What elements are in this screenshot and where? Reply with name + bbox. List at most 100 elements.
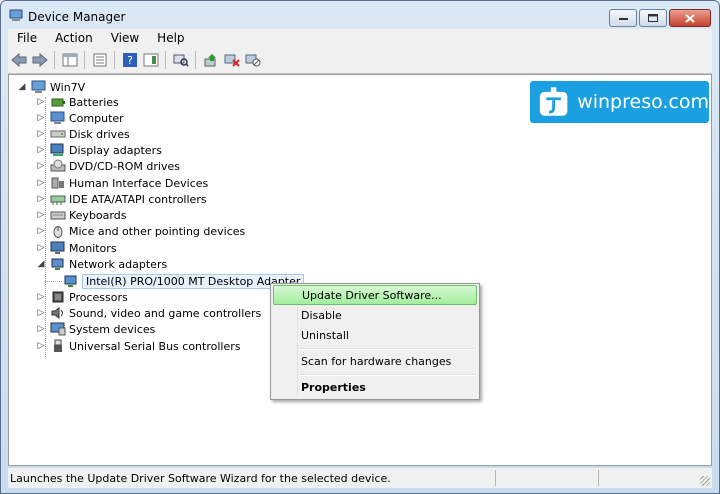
ide-controller-icon [50,195,66,205]
toolbar-separator [114,51,115,69]
tree-item-dvd-drives[interactable]: ▷ DVD/CD-ROM drives [36,158,180,174]
expand-arrow-icon[interactable]: ▷ [36,97,46,107]
battery-icon [51,98,65,107]
maximize-button[interactable] [639,9,667,27]
status-bar: Launches the Update Driver Software Wiza… [8,468,712,488]
expand-arrow-icon[interactable]: ▷ [36,113,46,123]
tree-item-display-adapters[interactable]: ▷ Display adapters [36,142,162,158]
uninstall-button[interactable] [224,52,240,68]
expand-arrow-icon[interactable]: ▷ [36,292,46,302]
update-driver-icon [204,54,216,67]
back-icon [11,53,27,67]
context-item-label: Update Driver Software... [302,288,442,302]
menu-help[interactable]: Help [148,29,193,47]
computer-icon [31,80,46,93]
context-menu-separator [299,348,475,350]
disk-drive-icon [50,130,66,138]
tree-item-usb[interactable]: ▷ Universal Serial Bus controllers [36,338,240,354]
help-button[interactable]: ? [122,52,138,68]
close-button[interactable] [669,9,711,27]
context-item-label: Scan for hardware changes [301,354,452,368]
context-item-label: Disable [301,308,342,322]
tree-item-batteries[interactable]: ▷ Batteries [36,94,119,110]
watermark-text: winpreso.com [577,91,709,113]
context-item-label: Properties [301,380,366,394]
tree-root[interactable]: ◢ Win7V [17,79,85,95]
keyboard-icon [50,211,66,220]
expand-arrow-icon[interactable]: ▷ [36,145,46,155]
expand-arrow-icon[interactable]: ▷ [36,243,46,253]
expand-arrow-icon[interactable]: ▷ [36,161,46,171]
context-item-disable[interactable]: Disable [273,305,477,325]
winpreso-logo-icon [539,87,568,116]
monitor-icon [50,241,65,254]
hid-icon [51,177,64,189]
usb-icon [54,339,62,352]
scan-hardware-button[interactable] [173,52,189,68]
resize-grip-icon[interactable] [700,476,710,486]
tree-item-hid[interactable]: ▷ Human Interface Devices [36,175,209,191]
dvd-drive-icon [50,159,66,172]
help-icon: ? [123,53,137,67]
collapse-arrow-icon[interactable]: ◢ [17,82,27,92]
svg-text:?: ? [127,54,133,67]
uninstall-icon [224,54,240,67]
tree-item-keyboards[interactable]: ▷ Keyboards [36,207,127,223]
expand-arrow-icon[interactable]: ▷ [36,308,46,318]
tree-item-mice[interactable]: ▷ Mice and other pointing devices [36,223,245,239]
menu-file[interactable]: File [8,29,46,47]
title-bar[interactable]: Device Manager [1,1,719,30]
expand-arrow-icon[interactable]: ▷ [36,194,46,204]
tree-item-processors[interactable]: ▷ Processors [36,289,128,305]
expand-arrow-icon[interactable]: ▷ [36,226,46,236]
sound-icon [51,307,63,319]
close-icon [685,13,695,23]
tree-item-selected-device[interactable]: Intel(R) PRO/1000 MT Desktop Adapter [63,273,305,289]
disable-button[interactable] [245,52,261,68]
action-pane-icon [143,53,159,67]
properties-button[interactable] [92,52,108,68]
maximize-icon [648,14,658,22]
device-tree-pane[interactable]: ◢ Win7V ▷ Batteries ▷ Computer ▷ Disk dr… [8,74,712,466]
console-tree-button[interactable] [62,52,78,68]
menu-view[interactable]: View [102,29,148,47]
toolbar-separator [54,51,55,69]
action-pane-button[interactable] [143,52,159,68]
tree-item-label: Keyboards [69,208,127,222]
tree-item-label: DVD/CD-ROM drives [69,159,180,173]
tree-item-monitors[interactable]: ▷ Monitors [36,240,117,256]
tree-item-label: System devices [69,322,156,336]
tree-item-ide[interactable]: ▷ IDE ATA/ATAPI controllers [36,191,207,207]
tree-item-label: Monitors [69,241,117,255]
expand-arrow-icon[interactable]: ▷ [36,324,46,334]
context-item-update-driver[interactable]: Update Driver Software... [273,285,477,305]
minimize-button[interactable] [609,9,637,27]
status-divider [495,470,496,486]
tree-item-network-adapters[interactable]: ◢ Network adapters [36,256,168,272]
tree-item-label: Display adapters [69,143,162,157]
expand-arrow-icon[interactable]: ▷ [36,341,46,351]
device-manager-icon [9,9,23,21]
system-device-icon [50,322,66,336]
tree-item-label: Network adapters [69,257,168,271]
expand-arrow-icon[interactable]: ▷ [36,210,46,220]
context-item-properties[interactable]: Properties [273,377,477,397]
context-item-scan-hardware[interactable]: Scan for hardware changes [273,351,477,371]
processor-icon [52,291,64,303]
tree-item-disk-drives[interactable]: ▷ Disk drives [36,126,130,142]
expand-arrow-icon[interactable]: ▷ [36,178,46,188]
tree-item-sound[interactable]: ▷ Sound, video and game controllers [36,305,262,321]
back-button[interactable] [11,52,27,68]
network-adapter-icon [51,258,64,270]
menu-action[interactable]: Action [46,29,102,47]
device-manager-window: Device Manager File Action View Help ? ◢… [0,0,720,494]
tree-item-label: Disk drives [69,127,130,141]
tree-connector-line [45,281,62,282]
update-driver-button[interactable] [203,52,219,68]
collapse-arrow-icon[interactable]: ◢ [36,259,46,269]
tree-item-computer[interactable]: ▷ Computer [36,110,124,126]
tree-item-system-devices[interactable]: ▷ System devices [36,321,155,337]
context-item-uninstall[interactable]: Uninstall [273,325,477,345]
forward-button[interactable] [32,52,48,68]
expand-arrow-icon[interactable]: ▷ [36,129,46,139]
